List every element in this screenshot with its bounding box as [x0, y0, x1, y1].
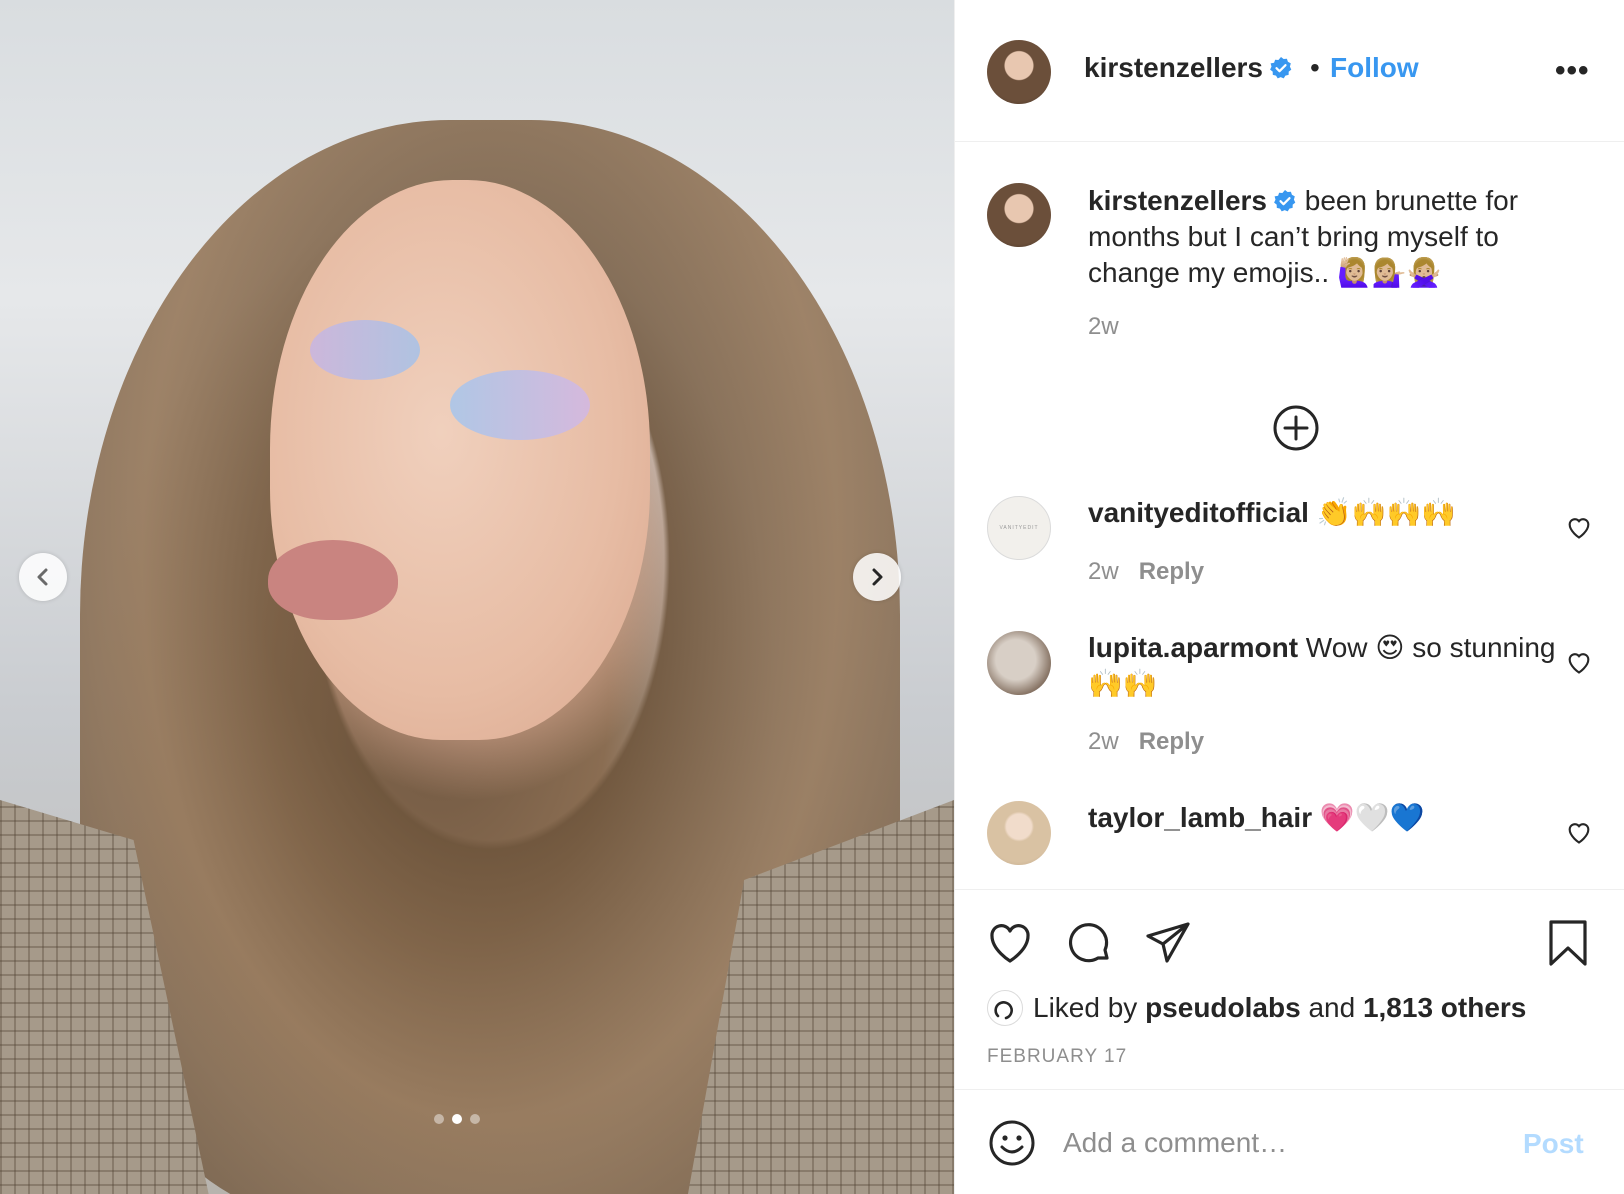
post-photo[interactable]	[0, 0, 954, 1194]
comment-body-2: so stunning	[1412, 632, 1556, 663]
carousel-dot-active	[452, 1114, 462, 1124]
liker-avatar[interactable]	[987, 990, 1023, 1026]
comment-meta: 2w Reply	[1088, 728, 1204, 756]
save-bookmark-icon[interactable]	[1543, 918, 1593, 968]
add-comment-bar: Post	[955, 1089, 1624, 1194]
comment-emojis: 👏🙌🙌🙌	[1316, 496, 1457, 529]
caption-text: kirstenzellers been brunette for months …	[1088, 183, 1558, 291]
post-header: kirstenzellers • Follow •••	[955, 0, 1624, 142]
caption-username[interactable]: kirstenzellers	[1088, 185, 1267, 216]
comment-username[interactable]: vanityeditofficial	[1088, 497, 1309, 528]
comment-text: taylor_lamb_hair 💗🤍💙	[1088, 800, 1558, 836]
caption-emojis: 🙋🏼‍♀️💁🏼‍♀️🙅🏼‍♀️	[1337, 256, 1442, 289]
post-actions: Liked by pseudolabs and 1,813 others FEB…	[955, 889, 1624, 1089]
comment-like-heart-icon[interactable]	[1565, 513, 1593, 541]
instagram-post-modal: kirstenzellers • Follow ••• kirstenzelle…	[0, 0, 1624, 1194]
photo-face	[270, 180, 650, 740]
pseudolabs-logo-icon	[994, 1001, 1013, 1020]
comment-time: 2w	[1088, 558, 1119, 585]
post-comment-button[interactable]: Post	[1523, 1128, 1584, 1160]
chevron-left-icon	[37, 568, 48, 586]
liked-by-username[interactable]: pseudolabs	[1145, 992, 1301, 1024]
likes-and: and	[1308, 992, 1356, 1023]
carousel-next-button[interactable]	[853, 553, 901, 601]
comment-username[interactable]: lupita.aparmont	[1088, 632, 1298, 663]
comment-avatar[interactable]: VANITYEDIT	[987, 496, 1051, 560]
load-more-comments-icon[interactable]	[1272, 404, 1320, 452]
chevron-right-icon	[872, 568, 883, 586]
comments-list[interactable]: kirstenzellers been brunette for months …	[955, 143, 1624, 888]
carousel-dot	[434, 1114, 444, 1124]
carousel-prev-button[interactable]	[19, 553, 67, 601]
photo-lips	[268, 540, 398, 620]
comment-text: lupita.aparmont Wow 😍 so stunning 🙌🙌	[1088, 630, 1558, 702]
verified-badge-icon	[1270, 57, 1292, 79]
comment-emojis: 💗🤍💙	[1319, 801, 1425, 834]
caption-time: 2w	[1088, 313, 1119, 340]
comment-time: 2w	[1088, 728, 1119, 755]
carousel-dots	[434, 1114, 480, 1124]
comment-avatar[interactable]	[987, 801, 1051, 865]
likes-prefix: Liked by	[1033, 992, 1138, 1023]
comment-reply-button[interactable]: Reply	[1139, 728, 1204, 755]
photo-eyeshadow-left	[310, 320, 420, 380]
author-username-text[interactable]: kirstenzellers	[1084, 52, 1263, 83]
comment-avatar-logo-text: VANITYEDIT	[999, 525, 1039, 531]
follow-button[interactable]: Follow	[1330, 52, 1419, 84]
post-sidebar: kirstenzellers • Follow ••• kirstenzelle…	[954, 0, 1624, 1194]
comment-like-heart-icon[interactable]	[1565, 648, 1593, 676]
caption-avatar[interactable]	[987, 183, 1051, 247]
likes-summary: Liked by pseudolabs and 1,813 others	[987, 990, 1526, 1026]
comment-username[interactable]: taylor_lamb_hair	[1088, 802, 1312, 833]
post-date: FEBRUARY 17	[987, 1046, 1128, 1067]
author-avatar[interactable]	[987, 40, 1051, 104]
emoji-picker-smile-icon[interactable]	[987, 1118, 1037, 1168]
more-options-button[interactable]: •••	[1555, 54, 1590, 88]
comment-emoji: 😍	[1375, 631, 1405, 664]
likes-others-count[interactable]: 1,813 others	[1363, 992, 1526, 1024]
comment-avatar[interactable]	[987, 631, 1051, 695]
separator-dot: •	[1310, 52, 1320, 83]
comment-meta: 2w Reply	[1088, 558, 1204, 586]
photo-eyeshadow-right	[450, 370, 590, 440]
author-username[interactable]: kirstenzellers	[1084, 52, 1293, 84]
comment-reply-button[interactable]: Reply	[1139, 558, 1204, 585]
add-comment-input[interactable]	[1063, 1120, 1493, 1166]
comment-like-heart-icon[interactable]	[1565, 818, 1593, 846]
comment-emojis: 🙌🙌	[1088, 667, 1158, 700]
like-heart-icon[interactable]	[985, 918, 1035, 968]
comment-text: vanityeditofficial 👏🙌🙌🙌	[1088, 495, 1558, 531]
share-send-icon[interactable]	[1143, 918, 1193, 968]
comment-body: Wow	[1305, 632, 1368, 663]
verified-badge-icon	[1274, 190, 1296, 212]
carousel-dot	[470, 1114, 480, 1124]
comment-bubble-icon[interactable]	[1065, 918, 1115, 968]
